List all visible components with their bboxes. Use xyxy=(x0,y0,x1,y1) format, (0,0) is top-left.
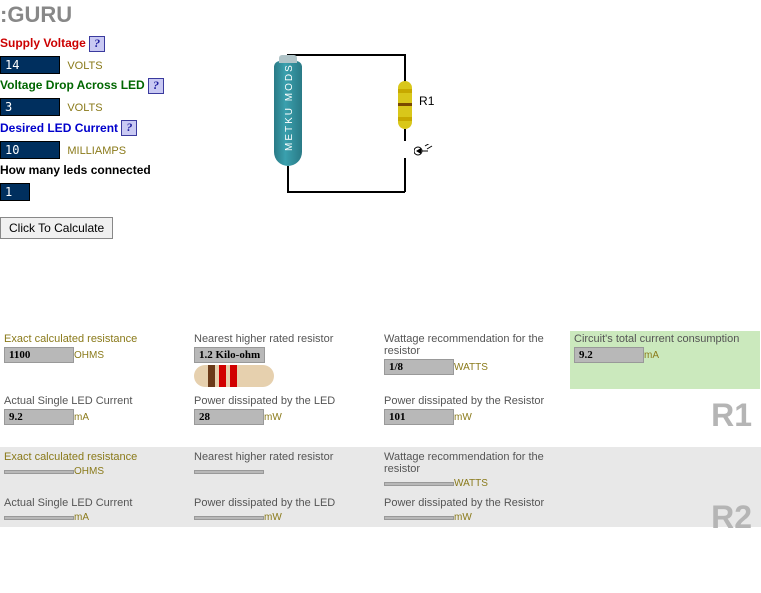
r1-actual-value: 9.2 xyxy=(4,409,74,425)
r1-pres-label: Power dissipated by the Resistor xyxy=(384,395,566,407)
input-panel: Supply Voltage ? VOLTS Voltage Drop Acro… xyxy=(0,36,164,239)
circuit-diagram: METKU MODS R1 xyxy=(244,36,474,211)
r1-nearest-label: Nearest higher rated resistor xyxy=(194,333,376,345)
r1-actual-label: Actual Single LED Current xyxy=(4,395,186,407)
r1-total-value: 9.2 xyxy=(574,347,644,363)
resistor-bands-icon xyxy=(194,365,274,387)
led-icon xyxy=(414,144,428,158)
r2-exact-value xyxy=(4,470,74,474)
r1-label: R1 xyxy=(419,94,434,108)
r1-pled-value: 28 xyxy=(194,409,264,425)
help-icon[interactable]: ? xyxy=(148,78,164,94)
r2-actual-value xyxy=(4,516,74,520)
supply-voltage-label: Supply Voltage xyxy=(0,36,86,50)
r1-tag: R1 xyxy=(711,397,752,434)
r1-pled-label: Power dissipated by the LED xyxy=(194,395,376,407)
battery-icon: METKU MODS xyxy=(274,61,302,166)
results-panel: Exact calculated resistance 1100OHMS Nea… xyxy=(0,329,761,527)
r2-actual-label: Actual Single LED Current xyxy=(4,497,186,509)
r2-nearest-value xyxy=(194,470,264,474)
r1-watt-value: 1/8 xyxy=(384,359,454,375)
r2-pres-label: Power dissipated by the Resistor xyxy=(384,497,566,509)
vdrop-unit: VOLTS xyxy=(67,102,102,114)
r2-nearest-label: Nearest higher rated resistor xyxy=(194,451,376,463)
help-icon[interactable]: ? xyxy=(89,36,105,52)
calculate-button[interactable]: Click To Calculate xyxy=(0,217,113,239)
r2-actual-unit: mA xyxy=(74,512,89,523)
r2-pled-unit: mW xyxy=(264,512,282,523)
led-count-input[interactable] xyxy=(0,183,30,201)
r2-tag: R2 xyxy=(711,499,752,536)
resistor-icon xyxy=(398,81,412,129)
r1-pres-value: 101 xyxy=(384,409,454,425)
r1-pres-unit: mW xyxy=(454,412,472,423)
r2-pres-unit: mW xyxy=(454,512,472,523)
r1-nearest-value: 1.2 Kilo-ohm xyxy=(194,347,265,363)
page-title: :GURU xyxy=(0,0,761,36)
led-current-label: Desired LED Current xyxy=(0,121,118,135)
supply-voltage-input[interactable] xyxy=(0,56,60,74)
r1-total-unit: mA xyxy=(644,350,659,361)
r2-exact-label: Exact calculated resistance xyxy=(4,451,186,463)
r1-pled-unit: mW xyxy=(264,412,282,423)
supply-unit: VOLTS xyxy=(67,60,102,72)
r1-watt-label: Wattage recommendation for the resistor xyxy=(384,333,566,357)
r1-exact-unit: OHMS xyxy=(74,350,104,361)
r2-pres-value xyxy=(384,516,454,520)
r2-pled-label: Power dissipated by the LED xyxy=(194,497,376,509)
r2-watt-value xyxy=(384,482,454,486)
r2-pled-value xyxy=(194,516,264,520)
led-count-label: How many leds connected xyxy=(0,163,151,177)
r1-exact-label: Exact calculated resistance xyxy=(4,333,186,345)
current-unit: MILLIAMPS xyxy=(67,145,126,157)
r2-watt-label: Wattage recommendation for the resistor xyxy=(384,451,566,475)
help-icon[interactable]: ? xyxy=(121,120,137,136)
led-current-input[interactable] xyxy=(0,141,60,159)
r1-exact-value: 1100 xyxy=(4,347,74,363)
battery-text: METKU MODS xyxy=(284,63,295,151)
r1-total-label: Circuit's total current consumption xyxy=(574,333,756,345)
voltage-drop-label: Voltage Drop Across LED xyxy=(0,78,145,92)
r2-watt-unit: WATTS xyxy=(454,478,488,489)
r1-actual-unit: mA xyxy=(74,412,89,423)
voltage-drop-input[interactable] xyxy=(0,98,60,116)
r1-watt-unit: WATTS xyxy=(454,362,488,373)
r2-exact-unit: OHMS xyxy=(74,466,104,477)
